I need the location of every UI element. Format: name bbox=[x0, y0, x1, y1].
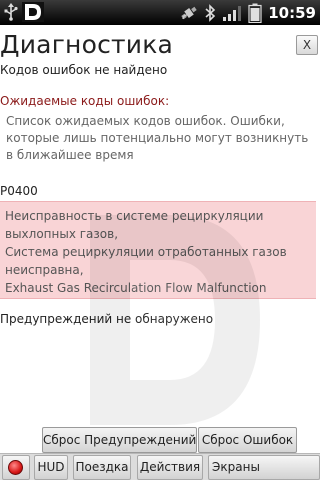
bluetooth-icon bbox=[204, 3, 216, 22]
tab-screens[interactable]: Экраны bbox=[208, 455, 320, 480]
tab-hud[interactable]: HUD bbox=[34, 455, 68, 480]
error-description-line: Неисправность в системе рециркуляции вых… bbox=[5, 209, 264, 241]
page-title: Диагностика bbox=[0, 30, 174, 59]
battery-icon bbox=[248, 3, 262, 23]
app-logo-icon bbox=[22, 2, 44, 22]
signal-icon bbox=[222, 4, 242, 22]
expected-codes-description: Список ожидаемых кодов ошибок. Ошибки, к… bbox=[6, 114, 309, 162]
expected-codes-header: Ожидаемые коды ошибок: bbox=[0, 94, 170, 108]
status-clock: 10:59 bbox=[268, 3, 316, 22]
error-code: P0400 bbox=[0, 184, 38, 198]
error-description-box[interactable]: Неисправность в системе рециркуляции вых… bbox=[0, 201, 316, 299]
tab-status[interactable] bbox=[2, 455, 30, 480]
status-bar: 10:59 bbox=[0, 0, 320, 25]
no-warnings-text: Предупреждений не обнаружено bbox=[0, 312, 214, 326]
tab-trip[interactable]: Поездка bbox=[73, 455, 131, 480]
tab-actions[interactable]: Действия bbox=[137, 455, 203, 480]
usb-icon bbox=[4, 3, 18, 21]
no-errors-text: Кодов ошибок не найдено bbox=[0, 63, 168, 77]
close-button[interactable]: X bbox=[296, 35, 318, 55]
error-description-line: Exhaust Gas Recirculation Flow Malfuncti… bbox=[5, 281, 267, 295]
bottom-tab-bar: HUD Поездка Действия Экраны bbox=[0, 453, 320, 480]
gps-icon bbox=[180, 4, 198, 22]
error-description-line: Система рециркуляции отработанных газов … bbox=[5, 245, 287, 277]
reset-warnings-button[interactable]: Сброс Предупреждений bbox=[42, 427, 197, 453]
reset-errors-button[interactable]: Сброс Ошибок bbox=[198, 427, 297, 453]
status-indicator-icon bbox=[8, 460, 23, 475]
